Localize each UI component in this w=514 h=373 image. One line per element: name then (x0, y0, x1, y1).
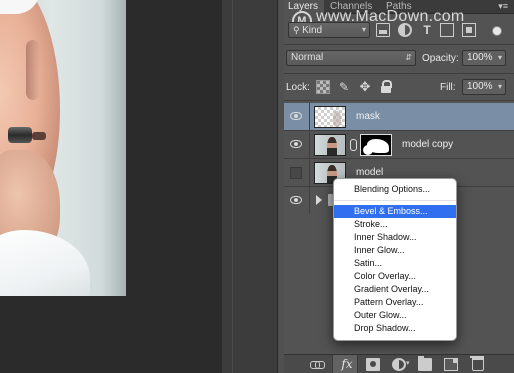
adjustment-layer-filter-icon[interactable] (398, 23, 412, 37)
layer-name[interactable]: model copy (402, 139, 453, 150)
menu-item-bevel-emboss[interactable]: Bevel & Emboss... (334, 205, 456, 218)
expand-arrow-icon[interactable] (316, 195, 322, 205)
lock-label: Lock: (286, 82, 310, 93)
new-layer-icon[interactable] (444, 358, 458, 371)
menu-item-blending-options[interactable]: Blending Options... (334, 183, 456, 196)
layer-name[interactable]: mask (356, 111, 380, 122)
search-icon: ⚲ (293, 25, 303, 35)
layer-thumbnail[interactable] (314, 106, 346, 128)
panel-divider (222, 0, 284, 373)
visibility-toggle[interactable] (284, 159, 310, 187)
new-adjustment-layer-icon[interactable] (392, 358, 406, 371)
photo-shadow (26, 40, 40, 100)
canvas-background (0, 296, 222, 373)
add-mask-icon[interactable] (366, 358, 380, 371)
layer-row-model-copy[interactable]: model copy (284, 131, 514, 159)
chevron-updown-icon: ⇵ (405, 53, 412, 62)
layer-name[interactable]: model (356, 167, 383, 178)
divider (284, 44, 514, 45)
photo-shirt (0, 230, 90, 296)
pixel-layer-filter-icon[interactable] (376, 23, 390, 37)
fill-label: Fill: (440, 82, 456, 93)
blend-mode-dropdown[interactable]: Normal ⇵ (286, 50, 416, 66)
kind-filter-dropdown[interactable]: ⚲ Kind ▾ (288, 22, 370, 38)
chain-link-icon[interactable] (350, 139, 357, 151)
lock-transparency-icon[interactable] (316, 80, 330, 94)
chevron-down-icon[interactable]: ▾ (498, 80, 502, 94)
chevron-down-icon[interactable]: ▾ (406, 359, 410, 367)
shape-layer-filter-icon[interactable] (440, 23, 454, 37)
opacity-field[interactable]: 100% ▾ (462, 50, 506, 66)
fill-value: 100% (467, 81, 493, 92)
filter-row: ⚲ Kind ▾ T (284, 20, 514, 40)
eye-icon[interactable] (290, 196, 302, 204)
layer-mask-thumbnail[interactable] (360, 134, 392, 156)
lock-position-move-icon[interactable]: ✥ (358, 80, 372, 94)
layer-thumbnail[interactable] (314, 134, 346, 156)
eye-icon[interactable] (290, 112, 302, 120)
model-photo (0, 0, 126, 296)
visibility-toggle[interactable] (284, 131, 310, 159)
menu-separator (334, 196, 456, 205)
visibility-toggle[interactable] (284, 187, 310, 215)
layer-row-mask[interactable]: mask (284, 103, 514, 131)
layers-bottom-toolbar: fx ▾ (284, 354, 514, 373)
layer-style-menu: Blending Options... Bevel & Emboss... St… (333, 178, 457, 341)
panel-menu-icon[interactable]: ▾≡ (498, 1, 508, 12)
mask-shape (363, 145, 373, 155)
type-layer-filter-icon[interactable]: T (420, 23, 434, 37)
menu-item-pattern-overlay[interactable]: Pattern Overlay... (334, 296, 456, 309)
fill-field[interactable]: 100% ▾ (462, 79, 506, 95)
document-canvas[interactable] (0, 0, 222, 373)
photo-ring-shadow (32, 132, 46, 140)
opacity-value: 100% (467, 52, 493, 63)
divider (284, 100, 514, 101)
chevron-down-icon[interactable]: ▾ (498, 51, 502, 65)
thumbnail-figure (327, 137, 337, 155)
divider-edge (232, 0, 233, 373)
menu-item-color-overlay[interactable]: Color Overlay... (334, 270, 456, 283)
menu-item-stroke[interactable]: Stroke... (334, 218, 456, 231)
lock-pixels-brush-icon[interactable]: ✎ (337, 80, 351, 94)
menu-item-satin[interactable]: Satin... (334, 257, 456, 270)
link-layers-icon[interactable] (310, 358, 325, 371)
chevron-down-icon: ▾ (361, 25, 366, 34)
eye-icon[interactable] (290, 140, 302, 148)
kind-filter-label: Kind (302, 25, 323, 36)
menu-item-gradient-overlay[interactable]: Gradient Overlay... (334, 283, 456, 296)
new-group-folder-icon[interactable] (418, 356, 432, 371)
visibility-toggle[interactable] (284, 103, 310, 131)
blend-mode-value: Normal (291, 52, 324, 63)
menu-item-inner-glow[interactable]: Inner Glow... (334, 244, 456, 257)
menu-item-inner-shadow[interactable]: Inner Shadow... (334, 231, 456, 244)
smart-object-filter-icon[interactable] (462, 23, 476, 37)
thumbnail-figure (333, 111, 341, 127)
lock-all-padlock-icon[interactable] (379, 80, 393, 94)
hidden-visibility-box[interactable] (290, 167, 302, 179)
filter-toggle-switch[interactable] (492, 26, 502, 36)
menu-item-outer-glow[interactable]: Outer Glow... (334, 309, 456, 322)
menu-item-drop-shadow[interactable]: Drop Shadow... (334, 322, 456, 335)
divider (284, 73, 514, 74)
fx-layer-style-button[interactable]: fx (338, 358, 356, 371)
opacity-label: Opacity: (422, 53, 459, 64)
photo-ring (8, 127, 32, 143)
delete-layer-trash-icon[interactable] (470, 356, 484, 371)
